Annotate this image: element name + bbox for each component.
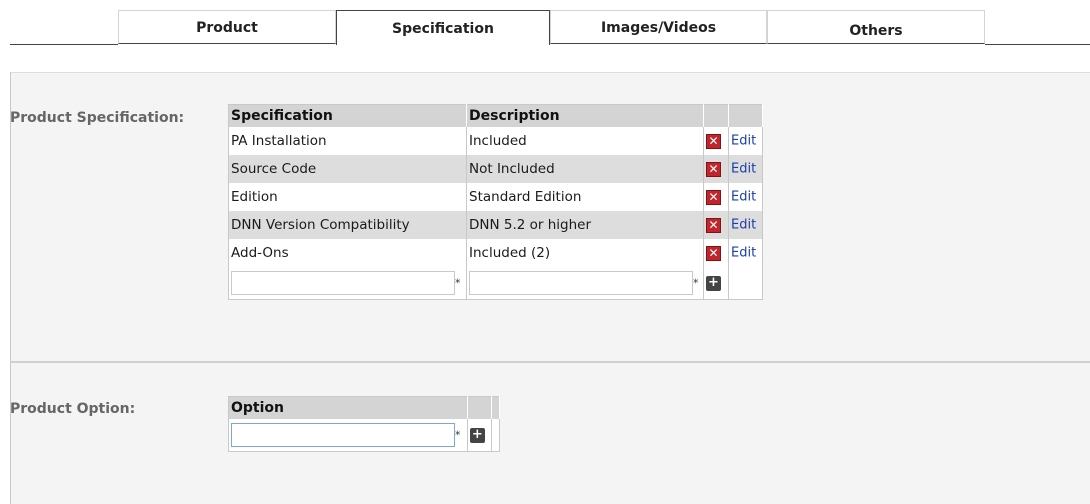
header-option: Option <box>228 396 468 419</box>
tab-product[interactable]: Product <box>118 10 336 44</box>
table-row: Add-Ons Included (2) ✕ Edit <box>228 239 763 267</box>
cell-specification: Add-Ons <box>228 239 467 267</box>
product-specification-label: Product Specification: <box>10 110 185 126</box>
header-description: Description <box>466 104 704 127</box>
tab-others[interactable]: Others <box>767 10 985 44</box>
edit-link[interactable]: Edit <box>731 246 756 261</box>
edit-link[interactable]: Edit <box>731 218 756 233</box>
edit-link[interactable]: Edit <box>731 162 756 177</box>
plus-icon[interactable]: + <box>469 427 485 443</box>
delete-x-icon[interactable]: ✕ <box>706 217 721 233</box>
new-row: * + <box>228 419 501 452</box>
cell-edit: Edit <box>728 127 763 155</box>
cell-delete: ✕ <box>703 155 729 183</box>
cell-delete: ✕ <box>703 127 729 155</box>
required-mark: * <box>455 428 461 442</box>
cell-specification: DNN Version Compatibility <box>228 211 467 239</box>
tab-specification[interactable]: Specification <box>336 10 550 45</box>
header-add <box>467 396 492 419</box>
table-row: Edition Standard Edition ✕ Edit <box>228 183 763 211</box>
specification-grid: Specification Description PA Installatio… <box>228 104 763 300</box>
table-row: DNN Version Compatibility DNN 5.2 or hig… <box>228 211 763 239</box>
tab-images-videos[interactable]: Images/Videos <box>550 10 767 44</box>
new-description-input[interactable] <box>469 271 693 295</box>
cell-description: DNN 5.2 or higher <box>466 211 704 239</box>
delete-x-icon[interactable]: ✕ <box>706 245 721 261</box>
delete-x-icon[interactable]: ✕ <box>706 161 721 177</box>
header-specification: Specification <box>228 104 467 127</box>
cell-new-desc: * <box>466 267 704 300</box>
plus-icon[interactable]: + <box>706 275 721 291</box>
section-divider <box>10 361 1090 363</box>
grid-header-row: Specification Description <box>228 104 763 127</box>
cell-specification: Source Code <box>228 155 467 183</box>
cell-edit: Edit <box>728 155 763 183</box>
cell-add: + <box>703 267 729 300</box>
new-option-input[interactable] <box>231 423 455 447</box>
delete-x-icon[interactable]: ✕ <box>706 189 721 205</box>
cell-add: + <box>467 419 492 452</box>
header-empty <box>491 396 501 419</box>
tab-bar-line-left <box>10 44 118 45</box>
table-row: Source Code Not Included ✕ Edit <box>228 155 763 183</box>
cell-delete: ✕ <box>703 211 729 239</box>
cell-delete: ✕ <box>703 183 729 211</box>
cell-delete: ✕ <box>703 239 729 267</box>
cell-new-spec: * <box>228 267 467 300</box>
cell-empty <box>491 419 501 452</box>
edit-link[interactable]: Edit <box>731 134 756 149</box>
cell-description: Not Included <box>466 155 704 183</box>
new-row: * * + <box>228 267 763 300</box>
cell-description: Included <box>466 127 704 155</box>
product-option-label: Product Option: <box>10 401 136 417</box>
cell-new-option: * <box>228 419 468 452</box>
tab-bar: Product Specification Images/Videos Othe… <box>0 0 1090 46</box>
table-row: PA Installation Included ✕ Edit <box>228 127 763 155</box>
header-delete <box>703 104 729 127</box>
new-specification-input[interactable] <box>231 271 455 295</box>
grid-header-row: Option <box>228 396 501 419</box>
cell-specification: PA Installation <box>228 127 467 155</box>
required-mark: * <box>693 276 699 290</box>
cell-specification: Edition <box>228 183 467 211</box>
cell-description: Standard Edition <box>466 183 704 211</box>
edit-link[interactable]: Edit <box>731 190 756 205</box>
cell-edit: Edit <box>728 239 763 267</box>
option-grid: Option * + <box>228 396 501 452</box>
cell-edit: Edit <box>728 183 763 211</box>
cell-edit: Edit <box>728 211 763 239</box>
header-edit <box>728 104 763 127</box>
cell-empty <box>728 267 763 300</box>
delete-x-icon[interactable]: ✕ <box>706 133 721 149</box>
cell-description: Included (2) <box>466 239 704 267</box>
tab-bar-line-right <box>985 44 1090 45</box>
required-mark: * <box>455 276 461 290</box>
